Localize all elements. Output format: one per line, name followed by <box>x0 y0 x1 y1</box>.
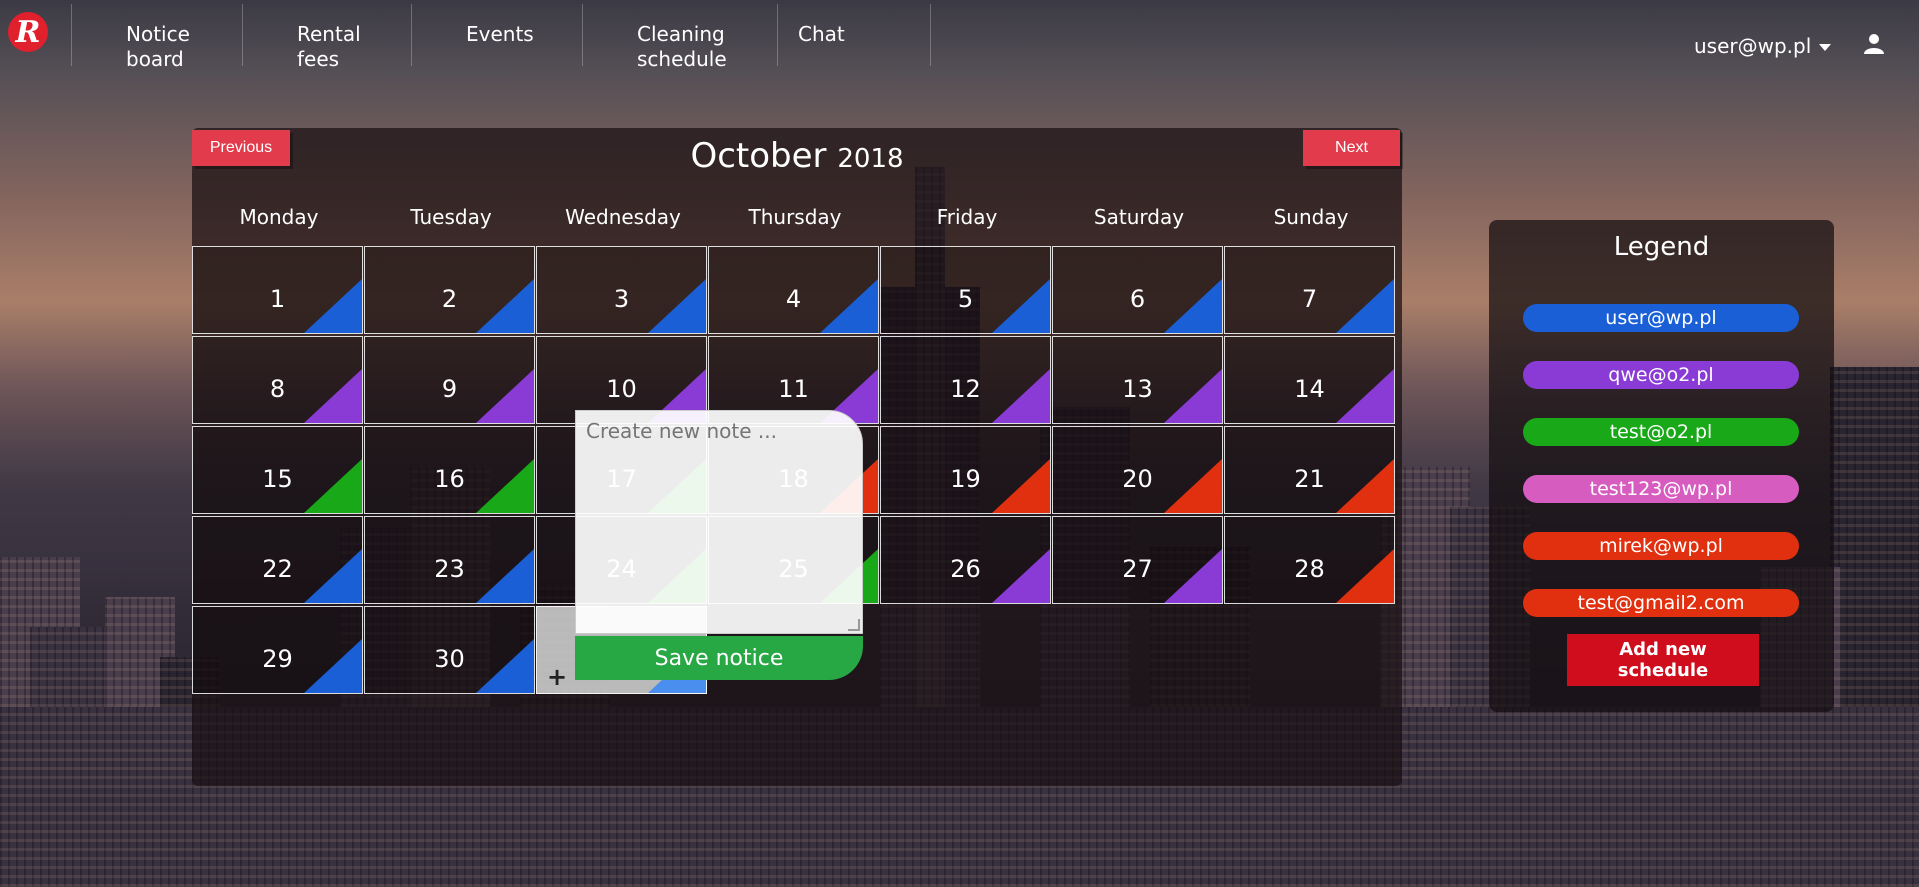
day-number: 26 <box>950 555 981 583</box>
logo-letter: R <box>15 14 41 50</box>
calendar-day-cell[interactable]: 12 <box>880 336 1051 424</box>
calendar-month-title: October 2018 <box>192 136 1402 176</box>
nav-item-line: Rental <box>297 22 361 46</box>
nav-divider <box>777 4 778 66</box>
calendar-day-cell[interactable]: 30 <box>364 606 535 694</box>
weekday-label: Wednesday <box>565 205 681 229</box>
calendar-day-cell[interactable]: 19 <box>880 426 1051 514</box>
calendar-day-cell[interactable]: 9 <box>364 336 535 424</box>
calendar-day-cell[interactable]: 26 <box>880 516 1051 604</box>
day-number: 6 <box>1129 285 1146 313</box>
calendar-day-cell[interactable]: 8 <box>192 336 363 424</box>
nav-item-rental-fees[interactable]: Rental fees <box>297 22 361 72</box>
calendar-month: October <box>690 136 827 176</box>
day-number: 7 <box>1301 285 1318 313</box>
calendar-day-cell[interactable]: 7 <box>1224 246 1395 334</box>
day-number: 21 <box>1294 465 1325 493</box>
weekday-label: Sunday <box>1273 205 1349 229</box>
nav-item-cleaning-schedule[interactable]: Cleaning schedule <box>637 22 727 72</box>
nav-item-line: Cleaning <box>637 22 725 46</box>
day-number: 10 <box>606 375 637 403</box>
day-number: 14 <box>1294 375 1325 403</box>
nav-item-chat[interactable]: Chat <box>798 22 845 47</box>
legend-title: Legend <box>1613 232 1710 262</box>
calendar-day-cell[interactable]: 15 <box>192 426 363 514</box>
chevron-down-icon <box>1819 44 1832 51</box>
add-new-schedule-button[interactable]: Add new schedule <box>1567 634 1759 686</box>
nav-item-notice-board[interactable]: Notice board <box>126 22 190 72</box>
calendar-day-cell[interactable]: 1 <box>192 246 363 334</box>
legend-entry: mirek@wp.pl <box>1523 532 1799 560</box>
day-number: 3 <box>613 285 630 313</box>
calendar-day-cell[interactable]: 22 <box>192 516 363 604</box>
save-notice-button[interactable]: Save notice <box>575 636 863 680</box>
day-number: 28 <box>1294 555 1325 583</box>
calendar-day-cell[interactable]: 28 <box>1224 516 1395 604</box>
note-popup <box>575 410 863 634</box>
nav-item-line: schedule <box>637 47 727 71</box>
plus-icon[interactable]: + <box>547 663 567 691</box>
nav-item-events[interactable]: Events <box>466 22 534 47</box>
nav-divider <box>582 4 583 66</box>
day-number: 23 <box>434 555 465 583</box>
weekday-label: Saturday <box>1093 205 1185 229</box>
calendar-day-cell[interactable]: 20 <box>1052 426 1223 514</box>
day-number: 20 <box>1122 465 1153 493</box>
calendar-day-cell[interactable]: 29 <box>192 606 363 694</box>
nav-divider <box>411 4 412 66</box>
day-number: 22 <box>262 555 293 583</box>
day-number: 1 <box>269 285 286 313</box>
calendar-day-cell[interactable]: 16 <box>364 426 535 514</box>
day-number: 11 <box>778 375 809 403</box>
top-navbar: R Notice board Rental fees Events Cleani… <box>0 0 1919 72</box>
logo-icon[interactable]: R <box>8 12 48 52</box>
calendar-day-cell[interactable]: 3 <box>536 246 707 334</box>
calendar-day-cell[interactable]: 2 <box>364 246 535 334</box>
day-number: 13 <box>1122 375 1153 403</box>
calendar-day-cell[interactable]: 23 <box>364 516 535 604</box>
nav-divider <box>71 4 72 66</box>
weekday-label: Monday <box>239 205 319 229</box>
nav-item-line: board <box>126 47 184 71</box>
day-number: 4 <box>785 285 802 313</box>
resize-handle-icon[interactable] <box>848 619 860 631</box>
legend-entry: qwe@o2.pl <box>1523 361 1799 389</box>
calendar-year: 2018 <box>837 144 904 174</box>
nav-item-line: Notice <box>126 22 190 46</box>
day-number: 8 <box>269 375 286 403</box>
day-number: 2 <box>441 285 458 313</box>
nav-item-line: fees <box>297 47 340 71</box>
calendar-day-cell[interactable]: 5 <box>880 246 1051 334</box>
day-number: 15 <box>262 465 293 493</box>
day-number: 29 <box>262 645 293 673</box>
calendar-day-cell[interactable]: 6 <box>1052 246 1223 334</box>
note-textarea[interactable] <box>576 411 862 633</box>
weekday-label: Thursday <box>748 205 842 229</box>
day-number: 16 <box>434 465 465 493</box>
calendar-day-cell[interactable]: 21 <box>1224 426 1395 514</box>
weekday-label: Friday <box>936 205 998 229</box>
legend-entry: user@wp.pl <box>1523 304 1799 332</box>
nav-divider <box>930 4 931 66</box>
calendar-day-cell[interactable]: 13 <box>1052 336 1223 424</box>
legend-entry: test123@wp.pl <box>1523 475 1799 503</box>
nav-item-line: Chat <box>798 22 845 46</box>
weekday-label: Tuesday <box>410 205 492 229</box>
legend-entry: test@o2.pl <box>1523 418 1799 446</box>
day-number: 19 <box>950 465 981 493</box>
calendar-day-cell[interactable]: 4 <box>708 246 879 334</box>
day-number: 12 <box>950 375 981 403</box>
day-number: 9 <box>441 375 458 403</box>
user-dropdown[interactable]: user@wp.pl <box>1694 34 1832 58</box>
legend-entry: test@gmail2.com <box>1523 589 1799 617</box>
user-icon[interactable] <box>1863 32 1885 54</box>
nav-divider <box>242 4 243 66</box>
calendar-day-cell[interactable]: 27 <box>1052 516 1223 604</box>
user-email: user@wp.pl <box>1694 34 1812 58</box>
calendar-day-cell[interactable]: 14 <box>1224 336 1395 424</box>
nav-item-line: Events <box>466 22 534 46</box>
day-number: 27 <box>1122 555 1153 583</box>
day-number: 5 <box>957 285 974 313</box>
day-number: 30 <box>434 645 465 673</box>
